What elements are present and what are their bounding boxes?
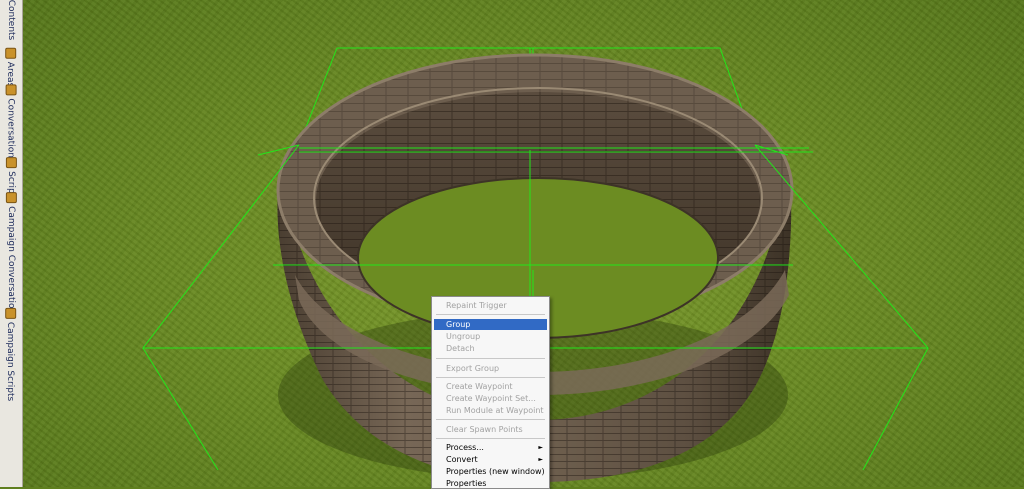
tab-conversations-label: Conversations (6, 97, 17, 163)
tab-contents-label: Contents (6, 0, 17, 41)
campaign-conversations-icon (5, 191, 17, 203)
menu-item-process-label: Process... (446, 443, 484, 452)
scripts-icon (5, 156, 17, 168)
tab-areas[interactable]: Areas (0, 44, 22, 90)
menu-item-convert[interactable]: Convert ► (434, 454, 547, 465)
campaign-scripts-icon (5, 307, 17, 319)
menu-separator (436, 419, 545, 420)
tab-conversations[interactable]: Conversations (0, 83, 22, 162)
menu-item-ungroup[interactable]: Ungroup (434, 331, 547, 342)
menu-item-detach[interactable]: Detach (434, 343, 547, 354)
tab-campaign-scripts-label: Campaign Scripts (6, 321, 16, 401)
menu-item-run-module-at-waypoint[interactable]: Run Module at Waypoint (434, 405, 547, 416)
menu-item-convert-label: Convert (446, 455, 478, 464)
submenu-arrow-icon: ► (538, 444, 543, 451)
menu-item-create-waypoint-set[interactable]: Create Waypoint Set... (434, 393, 547, 404)
menu-item-properties[interactable]: Properties (434, 478, 547, 488)
side-tab-strip: Contents Areas Conversations Scripts Cam… (0, 0, 23, 487)
menu-item-repaint-trigger[interactable]: Repaint Trigger (434, 300, 547, 311)
viewport-3d[interactable]: Repaint Trigger Group Ungroup Detach Exp… (23, 0, 1024, 489)
tab-campaign-conversations-label: Campaign Conversations (6, 205, 17, 319)
areas-icon (5, 47, 17, 59)
menu-separator (436, 377, 545, 378)
conversations-icon (5, 83, 17, 95)
tab-campaign-conversations[interactable]: Campaign Conversations (0, 191, 22, 318)
menu-separator (436, 438, 545, 439)
menu-separator (436, 358, 545, 359)
menu-item-properties-new-window[interactable]: Properties (new window) (434, 466, 547, 477)
tab-areas-label: Areas (6, 61, 16, 87)
menu-item-clear-spawn-points[interactable]: Clear Spawn Points (434, 424, 547, 435)
menu-item-process[interactable]: Process... ► (434, 442, 547, 453)
tab-contents[interactable]: Contents (0, 0, 22, 40)
context-menu: Repaint Trigger Group Ungroup Detach Exp… (431, 296, 550, 489)
menu-item-export-group[interactable]: Export Group (434, 363, 547, 374)
menu-item-create-waypoint[interactable]: Create Waypoint (434, 381, 547, 392)
menu-item-group[interactable]: Group (434, 319, 547, 330)
menu-separator (436, 314, 545, 315)
submenu-arrow-icon: ► (538, 456, 543, 463)
tab-campaign-scripts[interactable]: Campaign Scripts (0, 307, 22, 401)
